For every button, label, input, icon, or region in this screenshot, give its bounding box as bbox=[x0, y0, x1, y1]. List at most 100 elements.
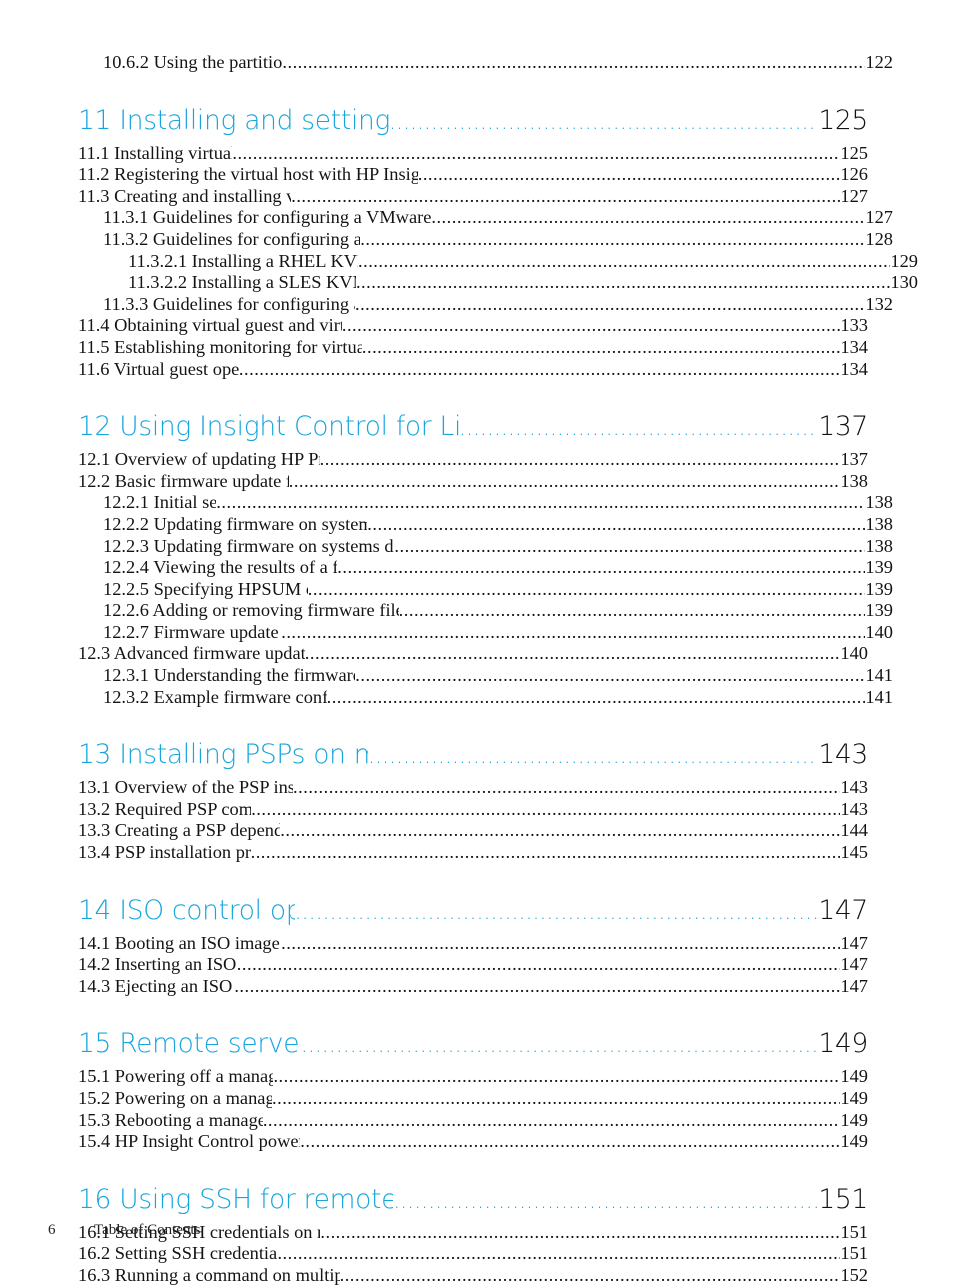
dot-leader bbox=[393, 1185, 818, 1219]
toc-entry[interactable]: 11.3.2.1 Installing a RHEL KVM virtual g… bbox=[128, 251, 918, 273]
toc-chapter-label: 12 Using Insight Control for Linux to up… bbox=[78, 411, 459, 443]
toc-entry[interactable]: 12.2.3 Updating firmware on systems duri… bbox=[103, 536, 893, 558]
toc-entry[interactable]: 13.3 Creating a PSP dependency script 144 bbox=[78, 820, 868, 842]
toc-entry-label: 15.1 Powering off a managed system bbox=[78, 1066, 274, 1087]
toc-entry-label: 12.2.6 Adding or removing firmware files… bbox=[103, 600, 399, 621]
toc-entry-label: 12.2.1 Initial setup bbox=[103, 492, 217, 513]
toc-entry-page-number: 122 bbox=[865, 52, 893, 72]
toc-entry-page-number: 139 bbox=[865, 557, 893, 578]
toc-entry[interactable]: 15.2 Powering on a managed system 149 bbox=[78, 1088, 868, 1110]
toc-entry[interactable]: 14.3 Ejecting an ISO image 147 bbox=[78, 976, 868, 998]
toc-entry-page-number: 139 bbox=[865, 578, 893, 599]
toc-entry[interactable]: 15.3 Rebooting a managed system 149 bbox=[78, 1110, 868, 1132]
toc-chapter-heading[interactable]: 13 Installing PSPs on managed systems 143 bbox=[78, 738, 868, 774]
toc-chapter-heading[interactable]: 15 Remote server controls 149 bbox=[78, 1027, 868, 1063]
toc-entry-page-number: 140 bbox=[865, 621, 893, 642]
dot-leader bbox=[293, 777, 840, 799]
dot-leader bbox=[308, 579, 866, 601]
toc-entry[interactable]: 12.2.6 Adding or removing firmware files… bbox=[103, 600, 893, 622]
toc-chapter-label: 16 Using SSH for remote server managemen… bbox=[78, 1183, 394, 1215]
toc-entry-label: 11.3.2.2 Installing a SLES KVM virtual g… bbox=[128, 272, 356, 293]
toc-entry[interactable]: 12.3 Advanced firmware update functional… bbox=[78, 643, 868, 665]
dot-leader bbox=[237, 954, 841, 976]
dot-leader bbox=[394, 536, 865, 558]
toc-entry[interactable]: 10.6.2 Using the partition wizard 122 bbox=[103, 52, 893, 74]
toc-chapter-page-number: 147 bbox=[818, 894, 868, 926]
toc-entry[interactable]: 11.3.1 Guidelines for configuring a VMwa… bbox=[103, 207, 893, 229]
toc-chapter-page-number: 143 bbox=[818, 739, 868, 771]
toc-entry[interactable]: 11.4 Obtaining virtual guest and virtual… bbox=[78, 315, 868, 337]
toc-entry[interactable]: 14.2 Inserting an ISO image 147 bbox=[78, 954, 868, 976]
toc-entry-label: 11.3.3 Guidelines for configuring a Xen … bbox=[103, 293, 355, 314]
toc-chapter-heading[interactable]: 12 Using Insight Control for Linux to up… bbox=[78, 410, 868, 446]
toc-entry[interactable]: 11.3 Creating and installing virtual gue… bbox=[78, 186, 868, 208]
toc-entry-page-number: 147 bbox=[840, 932, 868, 953]
toc-entry-label: 13.3 Creating a PSP dependency script bbox=[78, 820, 281, 841]
toc-entry[interactable]: 12.2.7 Firmware update time out 140 bbox=[103, 622, 893, 644]
toc-chapter-group: 11 Installing and setting up virtual mac… bbox=[78, 104, 918, 381]
toc-entry-label: 14.2 Inserting an ISO image bbox=[78, 954, 237, 975]
toc-entry-label: 11.2 Registering the virtual host with H… bbox=[78, 164, 418, 185]
toc-entry[interactable]: 11.1 Installing virtual hosts 125 bbox=[78, 143, 868, 165]
toc-entry-page-number: 130 bbox=[890, 272, 918, 293]
toc-entry-page-number: 127 bbox=[840, 185, 868, 206]
toc-chapter-heading[interactable]: 16 Using SSH for remote server managemen… bbox=[78, 1183, 868, 1219]
toc-entry[interactable]: 11.3.3 Guidelines for configuring a Xen … bbox=[103, 294, 893, 316]
toc-chapter-heading[interactable]: 14 ISO control operations 147 bbox=[78, 894, 868, 930]
toc-chapter-page-number: 125 bbox=[818, 104, 868, 136]
toc-entry[interactable]: 11.5 Establishing monitoring for virtual… bbox=[78, 337, 868, 359]
dot-leader bbox=[272, 1088, 840, 1110]
dot-leader bbox=[281, 933, 840, 955]
toc-entry[interactable]: 13.2 Required PSP components 143 bbox=[78, 799, 868, 821]
toc-entry-page-number: 149 bbox=[840, 1131, 868, 1152]
toc-entry[interactable]: 12.2.4 Viewing the results of a firmware… bbox=[103, 557, 893, 579]
toc-entry[interactable]: 11.2 Registering the virtual host with H… bbox=[78, 164, 868, 186]
toc-entry-label: 11.3.1 Guidelines for configuring a VMwa… bbox=[103, 207, 432, 228]
toc-entry-page-number: 125 bbox=[840, 142, 868, 163]
toc-entry[interactable]: 13.4 PSP installation procedure 145 bbox=[78, 842, 868, 864]
toc-entry[interactable]: 16.3 Running a command on multiple manag… bbox=[78, 1265, 868, 1287]
toc-entry[interactable]: 12.3.1 Understanding the firmware config… bbox=[103, 665, 893, 687]
dot-leader bbox=[234, 976, 840, 998]
toc-entry[interactable]: 12.2.1 Initial setup 138 bbox=[103, 492, 893, 514]
toc-entry-label: 12.2.2 Updating firmware on systems know… bbox=[103, 513, 368, 534]
toc-entry[interactable]: 14.1 Booting an ISO image on a server 147 bbox=[78, 933, 868, 955]
toc-entry-label: 11.3.2 Guidelines for configuring a KVM … bbox=[103, 228, 361, 249]
dot-leader bbox=[305, 643, 841, 665]
toc-entry-page-number: 147 bbox=[840, 954, 868, 975]
toc-chapter-group: 12 Using Insight Control for Linux to up… bbox=[78, 410, 893, 708]
toc-entry-page-number: 149 bbox=[840, 1088, 868, 1108]
dot-leader bbox=[327, 687, 866, 709]
toc-entry[interactable]: 12.2.5 Specifying HPSUM option flags 139 bbox=[103, 579, 893, 601]
toc-entry[interactable]: 11.6 Virtual guest operations 134 bbox=[78, 359, 868, 381]
dot-leader bbox=[337, 557, 865, 579]
toc-entry-label: 13.1 Overview of the PSP installation to… bbox=[78, 777, 294, 798]
dot-leader bbox=[459, 412, 818, 446]
toc-entry[interactable]: 13.1 Overview of the PSP installation to… bbox=[78, 777, 868, 799]
toc-entry[interactable]: 15.4 HP Insight Control power management… bbox=[78, 1131, 868, 1153]
toc-entry[interactable]: 12.1 Overview of updating HP ProLiant fi… bbox=[78, 449, 868, 471]
toc-entry[interactable]: 16.2 Setting SSH credentials for users 15… bbox=[78, 1243, 868, 1265]
toc-entry-page-number: 134 bbox=[840, 358, 868, 379]
toc-chapter-heading[interactable]: 11 Installing and setting up virtual mac… bbox=[78, 104, 868, 140]
toc-entry-page-number: 134 bbox=[840, 336, 868, 357]
toc-entry-page-number: 141 bbox=[865, 665, 893, 686]
dot-leader bbox=[367, 514, 865, 536]
toc-entry[interactable]: 15.1 Powering off a managed system 149 bbox=[78, 1066, 868, 1088]
dot-leader bbox=[280, 820, 840, 842]
toc-entry-page-number: 147 bbox=[840, 975, 868, 996]
toc-entry[interactable]: 11.3.2 Guidelines for configuring a KVM … bbox=[103, 229, 893, 251]
dot-leader bbox=[300, 1131, 840, 1153]
toc-entry-label: 13.4 PSP installation procedure bbox=[78, 842, 251, 863]
dot-leader bbox=[342, 315, 841, 337]
toc-entry[interactable]: 12.2 Basic firmware update functionality… bbox=[78, 471, 868, 493]
footer-page-number: 6 bbox=[48, 1222, 56, 1238]
toc-entry[interactable]: 12.2.2 Updating firmware on systems know… bbox=[103, 514, 893, 536]
footer-section-label: Table of Contents bbox=[94, 1222, 201, 1238]
toc-entry[interactable]: 11.3.2.2 Installing a SLES KVM virtual g… bbox=[128, 272, 918, 294]
toc-entry[interactable]: 12.3.2 Example firmware configuration fi… bbox=[103, 687, 893, 709]
dot-leader bbox=[340, 1265, 841, 1287]
toc-entry-label: 11.6 Virtual guest operations bbox=[78, 358, 239, 379]
dot-leader bbox=[282, 52, 865, 74]
table-of-contents-page: 10.6.2 Using the partition wizard 122 11 I… bbox=[0, 0, 954, 1285]
